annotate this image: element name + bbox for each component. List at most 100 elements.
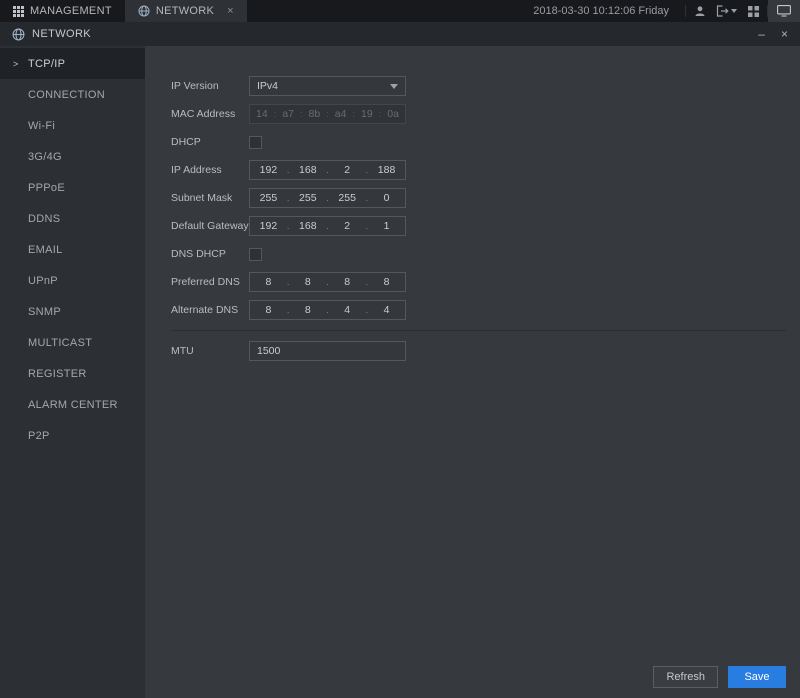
ip-segment[interactable]: 168: [289, 220, 326, 232]
ip-segment[interactable]: 2: [329, 164, 366, 176]
form-row-mac-address: MAC Address 14 : a7 : 8b : a4 : 19 : 0a: [171, 104, 786, 124]
form-row-preferred-dns: Preferred DNS 8 . 8 . 8 . 8: [171, 272, 786, 292]
mac-segment: 0a: [381, 108, 405, 120]
close-icon[interactable]: ×: [781, 28, 788, 40]
display-icon[interactable]: [768, 0, 800, 22]
subnet-mask-label: Subnet Mask: [171, 192, 249, 204]
ip-segment[interactable]: 2: [329, 220, 366, 232]
sidebar-item-label: SNMP: [28, 306, 61, 318]
footer-buttons: Refresh Save: [653, 666, 786, 688]
ip-segment[interactable]: 1: [368, 220, 405, 232]
mac-segment: a4: [329, 108, 353, 120]
chevron-down-icon: [731, 9, 737, 13]
sidebar-item-label: REGISTER: [28, 368, 87, 380]
topbar-right: 2018-03-30 10:12:06 Friday: [533, 0, 800, 22]
form-row-default-gateway: Default Gateway 192 . 168 . 2 . 1: [171, 216, 786, 236]
ip-segment[interactable]: 255: [329, 192, 366, 204]
datetime: 2018-03-30 10:12:06 Friday: [533, 5, 669, 17]
tab-close-icon[interactable]: ×: [227, 6, 233, 17]
sidebar-item-p2p[interactable]: P2P: [0, 420, 145, 451]
ip-segment[interactable]: 255: [289, 192, 326, 204]
ip-address-input[interactable]: 192 . 168 . 2 . 188: [249, 160, 406, 180]
ip-segment[interactable]: 192: [250, 164, 287, 176]
ip-segment[interactable]: 8: [250, 276, 287, 288]
ip-segment[interactable]: 8: [289, 276, 326, 288]
sidebar-item-label: MULTICAST: [28, 337, 92, 349]
mac-address-input: 14 : a7 : 8b : a4 : 19 : 0a: [249, 104, 406, 124]
sidebar-item-label: EMAIL: [28, 244, 63, 256]
dhcp-checkbox[interactable]: [249, 136, 262, 149]
mac-segment: 8b: [303, 108, 327, 120]
ip-segment[interactable]: 8: [329, 276, 366, 288]
window-header: NETWORK – ×: [0, 22, 800, 46]
save-button[interactable]: Save: [728, 666, 786, 688]
tab-network-label: NETWORK: [156, 5, 214, 17]
refresh-button[interactable]: Refresh: [653, 666, 718, 688]
dhcp-label: DHCP: [171, 136, 249, 148]
sidebar: > TCP/IP CONNECTION Wi-Fi 3G/4G PPPoE DD…: [0, 46, 145, 698]
grid-icon: [13, 6, 24, 17]
mac-segment: 14: [250, 108, 274, 120]
mtu-input[interactable]: [249, 341, 406, 361]
sidebar-item-email[interactable]: EMAIL: [0, 234, 145, 265]
window-body: > TCP/IP CONNECTION Wi-Fi 3G/4G PPPoE DD…: [0, 46, 800, 698]
ip-segment[interactable]: 255: [250, 192, 287, 204]
globe-icon: [12, 28, 25, 41]
active-arrow-icon: >: [13, 59, 19, 69]
sidebar-item-upnp[interactable]: UPnP: [0, 265, 145, 296]
form-row-dhcp: DHCP: [171, 132, 786, 152]
ip-segment[interactable]: 8: [289, 304, 326, 316]
ip-segment[interactable]: 188: [368, 164, 405, 176]
alternate-dns-input[interactable]: 8 . 8 . 4 . 4: [249, 300, 406, 320]
ip-segment[interactable]: 192: [250, 220, 287, 232]
sidebar-item-snmp[interactable]: SNMP: [0, 296, 145, 327]
user-icon[interactable]: [686, 0, 713, 22]
form-row-mtu: MTU: [171, 341, 786, 361]
sidebar-item-connection[interactable]: CONNECTION: [0, 79, 145, 110]
sidebar-item-wifi[interactable]: Wi-Fi: [0, 110, 145, 141]
sidebar-item-label: PPPoE: [28, 182, 65, 194]
ip-segment[interactable]: 4: [329, 304, 366, 316]
sidebar-item-label: 3G/4G: [28, 151, 62, 163]
sidebar-item-label: DDNS: [28, 213, 60, 225]
page-title: NETWORK: [32, 28, 91, 40]
window-controls: – ×: [758, 28, 788, 40]
sidebar-item-3g4g[interactable]: 3G/4G: [0, 141, 145, 172]
mac-segment: 19: [355, 108, 379, 120]
sidebar-item-label: TCP/IP: [28, 58, 65, 70]
tcpip-settings-panel: IP Version IPv4 MAC Address 14 : a7 : 8b…: [145, 46, 800, 698]
form-row-alternate-dns: Alternate DNS 8 . 8 . 4 . 4: [171, 300, 786, 320]
tab-network[interactable]: NETWORK ×: [125, 0, 247, 22]
form-row-ip-address: IP Address 192 . 168 . 2 . 188: [171, 160, 786, 180]
sidebar-item-multicast[interactable]: MULTICAST: [0, 327, 145, 358]
mac-segment: a7: [276, 108, 300, 120]
dns-dhcp-checkbox[interactable]: [249, 248, 262, 261]
section-divider: [171, 330, 786, 331]
sidebar-item-label: P2P: [28, 430, 50, 442]
ip-version-select[interactable]: IPv4: [249, 76, 406, 96]
default-gateway-label: Default Gateway: [171, 220, 249, 232]
sidebar-item-label: CONNECTION: [28, 89, 105, 101]
tab-management[interactable]: MANAGEMENT: [0, 0, 125, 22]
ip-segment[interactable]: 0: [368, 192, 405, 204]
subnet-mask-input[interactable]: 255 . 255 . 255 . 0: [249, 188, 406, 208]
sidebar-item-register[interactable]: REGISTER: [0, 358, 145, 389]
sidebar-item-pppoe[interactable]: PPPoE: [0, 172, 145, 203]
ip-segment[interactable]: 168: [289, 164, 326, 176]
preferred-dns-input[interactable]: 8 . 8 . 8 . 8: [249, 272, 406, 292]
apps-icon[interactable]: [740, 0, 767, 22]
logout-icon[interactable]: [713, 0, 740, 22]
sidebar-item-alarm-center[interactable]: ALARM CENTER: [0, 389, 145, 420]
app: MANAGEMENT NETWORK × 2018-03-30 10:12:06…: [0, 0, 800, 698]
dns-dhcp-label: DNS DHCP: [171, 248, 249, 260]
sidebar-item-ddns[interactable]: DDNS: [0, 203, 145, 234]
ip-segment[interactable]: 4: [368, 304, 405, 316]
sidebar-item-tcpip[interactable]: > TCP/IP: [0, 48, 145, 79]
tab-management-label: MANAGEMENT: [30, 5, 112, 17]
default-gateway-input[interactable]: 192 . 168 . 2 . 1: [249, 216, 406, 236]
ip-segment[interactable]: 8: [250, 304, 287, 316]
form-row-subnet-mask: Subnet Mask 255 . 255 . 255 . 0: [171, 188, 786, 208]
sidebar-item-label: Wi-Fi: [28, 120, 55, 132]
minimize-icon[interactable]: –: [758, 28, 765, 40]
ip-segment[interactable]: 8: [368, 276, 405, 288]
